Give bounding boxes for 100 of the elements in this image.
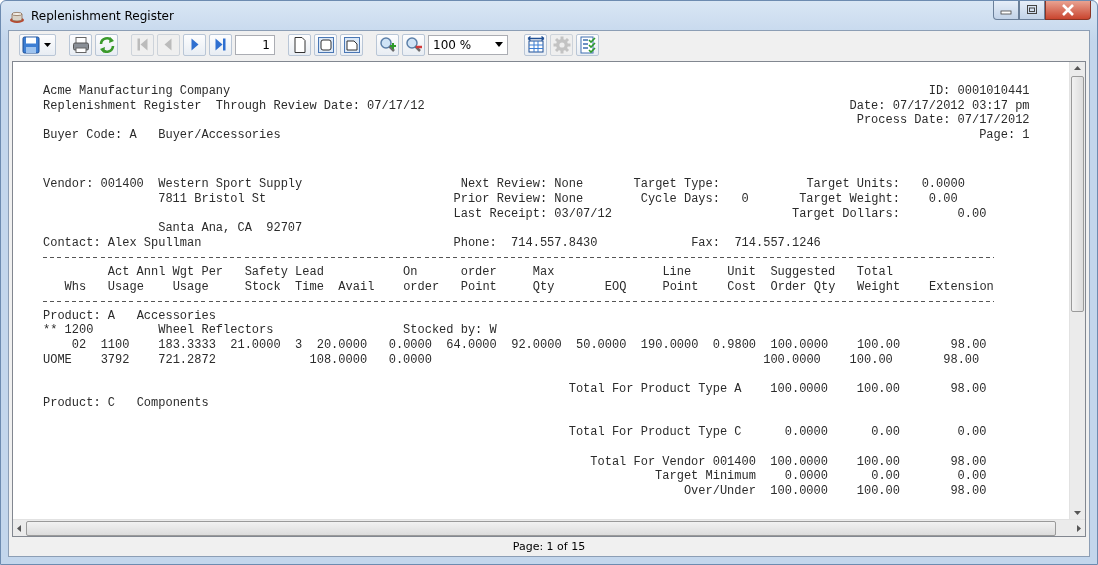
window-title: Replenishment Register	[31, 8, 174, 23]
report-text: 100.00	[856, 454, 900, 469]
save-button[interactable]	[19, 33, 56, 56]
page-number-field[interactable]: 1	[235, 34, 275, 55]
zoom-dropdown[interactable]: 100 %	[428, 34, 508, 55]
report-text: 98.00	[950, 337, 987, 352]
page-status: Page: 1 of 15	[512, 540, 586, 553]
report-text: 21.0000	[230, 337, 281, 352]
checklist-icon	[578, 35, 597, 54]
report-text: Buyer/Accessories	[158, 127, 281, 142]
page-width-button[interactable]	[314, 33, 337, 56]
report-text: 0.0000	[784, 425, 828, 440]
report-text: 0.00	[871, 469, 900, 484]
checklist-button[interactable]	[576, 33, 599, 56]
report-text: 100.00	[849, 352, 893, 367]
report-text: Qty	[532, 279, 555, 294]
report-text: Total	[856, 264, 893, 279]
report-text: Vendor: 001400	[43, 177, 144, 192]
report-text: Suggested	[770, 264, 836, 279]
report-text: Acme Manufacturing Company	[43, 84, 231, 98]
report-text: Replenishment Register	[43, 98, 202, 113]
report-text: Time	[295, 279, 324, 294]
scrollbar-thumb[interactable]	[1071, 76, 1084, 312]
zoom-in-button[interactable]	[376, 33, 399, 56]
report-text: Extension	[928, 279, 994, 294]
caret-icon	[44, 42, 51, 47]
report-text: Usage	[172, 279, 209, 294]
report-text: On	[403, 264, 418, 279]
next-page-button[interactable]	[183, 33, 206, 56]
single-page-button[interactable]	[288, 33, 311, 56]
report-text: 7811 Bristol St	[158, 191, 267, 206]
printer-icon	[71, 35, 90, 54]
report-text: EOQ	[604, 279, 627, 294]
scroll-down-icon[interactable]	[1074, 511, 1081, 515]
report-text: Target Dollars:	[791, 206, 900, 221]
vertical-scrollbar[interactable]	[1069, 62, 1085, 519]
report-text: 721.2872	[158, 352, 216, 367]
gear-icon	[552, 35, 571, 54]
report-text: 100.00	[856, 381, 900, 396]
refresh-icon	[97, 35, 116, 54]
report-text: UOME	[43, 352, 72, 367]
report-text: 3	[295, 337, 303, 352]
report-text: Stock	[244, 279, 281, 294]
close-button[interactable]	[1045, 1, 1091, 20]
report-text: Last Receipt: 03/07/12	[453, 206, 612, 221]
report-text: 98.00	[950, 483, 987, 498]
report-text: Stocked by: W	[403, 323, 497, 338]
scroll-left-icon[interactable]	[17, 524, 21, 532]
report-text: 20.0000	[316, 337, 368, 352]
report-text: Unit	[727, 264, 756, 279]
report-text: Target Weight:	[799, 191, 900, 206]
report-text: 50.0000	[576, 337, 627, 352]
report-text: 0.00	[928, 191, 958, 206]
report-text: Max	[532, 264, 555, 279]
last-page-icon	[215, 38, 226, 51]
report-text: 100.0000	[770, 483, 828, 498]
report-text: 100.0000	[770, 454, 828, 469]
report-text: Product: A	[43, 308, 115, 323]
minimize-button[interactable]	[993, 1, 1019, 20]
report-text: 92707	[266, 221, 303, 236]
report-text: Over/Under	[683, 483, 756, 498]
maximize-button[interactable]	[1019, 1, 1045, 20]
refresh-button[interactable]	[95, 33, 118, 56]
print-button[interactable]	[69, 33, 92, 56]
report-text: Contact: Alex Spullman	[43, 235, 202, 250]
report-text: 108.0000	[309, 352, 368, 367]
report-text: Line	[662, 264, 692, 279]
report-text: Whs	[64, 279, 87, 294]
report-text: Weight	[856, 279, 901, 294]
report-text: 100.00	[856, 337, 901, 352]
whole-page-button[interactable]	[340, 33, 363, 56]
report-text: Prior Review: None	[453, 191, 584, 206]
fit-width-button[interactable]	[524, 33, 547, 56]
report-text: Cost	[727, 279, 757, 294]
scroll-right-icon[interactable]	[1077, 524, 1081, 532]
report-text: Order Qty	[770, 279, 836, 294]
zoom-out-button[interactable]	[402, 33, 425, 56]
report-text: 183.3333	[158, 337, 216, 352]
report-text: Phone:	[453, 235, 497, 250]
report-text: 714.557.8430	[511, 235, 598, 250]
report-text: Safety Lead	[244, 264, 324, 279]
report-text: ID: 0001010441	[928, 84, 1030, 99]
report-text: ** 1200	[43, 323, 94, 338]
scroll-up-icon[interactable]	[1074, 66, 1081, 70]
report-text: 98.00	[943, 352, 980, 367]
report-text: Buyer Code: A	[43, 127, 137, 142]
report-text: 92.0000	[511, 337, 562, 352]
report-text: 0.9800	[712, 337, 757, 352]
report-text: Target Type:	[633, 177, 720, 192]
report-text: Process Date: 07/17/2012	[856, 113, 1030, 128]
report-text: Point	[662, 279, 699, 294]
report-text: Western Sport Supply	[158, 177, 303, 192]
report-text: Next Review: None	[460, 177, 584, 192]
report-text: 100.0000	[770, 381, 828, 396]
close-icon	[1061, 4, 1075, 16]
report-text: 100.0000	[770, 337, 829, 352]
report-text: Through Review Date: 07/17/12	[215, 98, 425, 113]
previous-icon	[163, 38, 174, 51]
report-text: 02	[71, 337, 87, 352]
last-page-button[interactable]	[209, 33, 232, 56]
